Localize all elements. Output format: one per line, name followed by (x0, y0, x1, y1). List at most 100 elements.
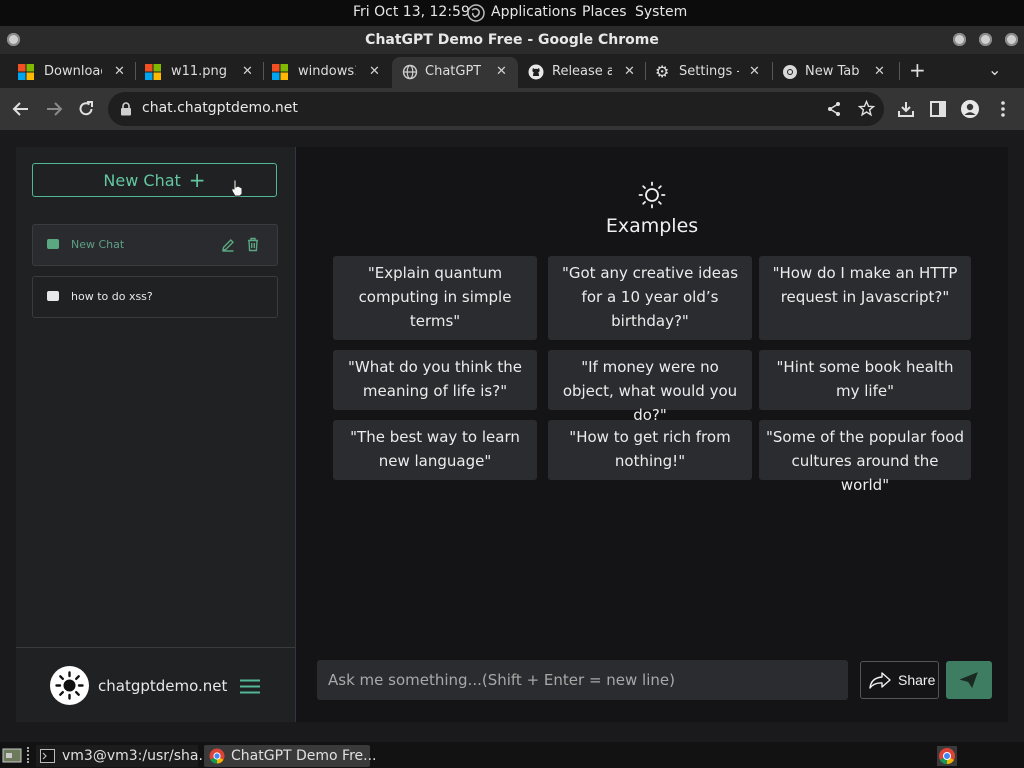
tab-close-icon[interactable]: ✕ (624, 57, 635, 86)
share-label: Share (898, 672, 936, 688)
tab-close-icon[interactable]: ✕ (496, 57, 507, 86)
hamburger-menu-icon[interactable] (240, 679, 260, 694)
chat-item-label: how to do xss? (71, 290, 153, 303)
gear-icon: ⚙ (655, 62, 670, 81)
system-top-panel: Fri Oct 13, 12:59 Applications Places Sy… (0, 0, 1024, 26)
forward-arrow-icon[interactable] (45, 100, 63, 118)
tab-close-icon[interactable]: ✕ (242, 57, 253, 86)
sun-outline-icon (638, 181, 666, 209)
example-prompt-card[interactable]: "What do you think the meaning of life i… (333, 350, 537, 410)
download-icon[interactable] (897, 100, 915, 118)
windows-logo-icon (145, 64, 161, 80)
example-prompt-card[interactable]: "How do I make an HTTP request in Javasc… (759, 256, 971, 340)
tab-chatgpt-active[interactable]: ChatGPT I ✕ (392, 57, 518, 88)
lock-icon[interactable] (120, 102, 132, 116)
plus-icon: + (188, 168, 206, 192)
example-prompt-card[interactable]: "How to get rich from nothing!" (548, 420, 752, 480)
taskbar-handle (27, 747, 32, 763)
profile-avatar-icon[interactable] (960, 99, 980, 119)
chat-item-how-to-do-xss[interactable]: how to do xss? (32, 276, 278, 318)
tab-label: ChatGPT I (425, 64, 481, 79)
chat-bubble-icon (47, 239, 59, 249)
share-button[interactable]: Share (860, 661, 939, 699)
example-prompt-card[interactable]: "The best way to learn new language" (333, 420, 537, 480)
tab-label: windows1( (298, 64, 356, 79)
share-arrow-icon (869, 672, 891, 689)
taskbar-terminal[interactable]: vm3@vm3:/usr/sha... (36, 745, 212, 767)
window-title: ChatGPT Demo Free - Google Chrome (365, 32, 659, 48)
bookmark-star-icon[interactable] (858, 100, 875, 117)
tab-close-icon[interactable]: ✕ (749, 57, 760, 86)
taskbar-chrome[interactable]: ChatGPT Demo Fre... (204, 745, 377, 767)
examples-heading: Examples (605, 215, 699, 237)
tab-label: Settings - (679, 64, 739, 79)
kebab-menu-icon[interactable] (1000, 100, 1006, 118)
chrome-icon (783, 65, 797, 79)
chat-sidebar: New Chat + New Chat how to do xss? chatg… (16, 147, 296, 722)
url-text[interactable]: chat.chatgptdemo.net (142, 100, 298, 116)
chrome-tray-icon[interactable] (937, 746, 957, 766)
send-plane-icon (960, 672, 978, 688)
gnome-foot-icon[interactable] (466, 3, 486, 23)
new-chat-label: New Chat (103, 170, 181, 190)
github-icon (528, 64, 544, 80)
chat-bubble-icon (47, 291, 59, 301)
tab-w11-png[interactable]: w11.png (4 ✕ (145, 57, 263, 88)
example-prompt-card[interactable]: "Got any creative ideas for a 10 year ol… (548, 256, 752, 340)
tab-settings[interactable]: ⚙ Settings - ✕ (655, 57, 773, 88)
share-page-icon[interactable] (826, 101, 842, 117)
tab-close-icon[interactable]: ✕ (114, 57, 125, 86)
minimize-button[interactable] (953, 33, 966, 46)
new-tab-button[interactable]: + (909, 58, 926, 82)
tab-close-icon[interactable]: ✕ (369, 57, 380, 86)
system-taskbar: vm3@vm3:/usr/sha... ChatGPT Demo Fre... (0, 742, 1024, 768)
trash-icon[interactable] (246, 237, 260, 252)
window-titlebar: ChatGPT Demo Free - Google Chrome (0, 26, 1024, 54)
tab-label: Download (44, 64, 102, 79)
windows-logo-icon (18, 64, 34, 80)
example-prompt-card[interactable]: "Explain quantum computing in simple ter… (333, 256, 537, 340)
tab-close-icon[interactable]: ✕ (874, 57, 885, 86)
browser-toolbar: chat.chatgptdemo.net (0, 88, 1024, 130)
edit-pencil-icon[interactable] (221, 238, 235, 252)
side-panel-icon[interactable] (929, 100, 947, 118)
tab-release[interactable]: Release a ✕ (528, 57, 646, 88)
tab-label: w11.png (4 (171, 64, 231, 79)
task-label: vm3@vm3:/usr/sha... (62, 748, 212, 764)
send-button[interactable] (946, 661, 992, 699)
maximize-button[interactable] (979, 33, 992, 46)
tab-label: Release a (552, 64, 612, 79)
windows-logo-icon (272, 64, 288, 80)
tab-windows10[interactable]: windows1( ✕ (272, 57, 390, 88)
tab-label: New Tab (805, 64, 860, 79)
chat-main: Examples "Explain quantum computing in s… (296, 147, 1008, 722)
example-prompt-card[interactable]: "If money were no object, what would you… (548, 350, 752, 424)
tab-search-chevron-down-icon[interactable]: ⌄ (988, 60, 1001, 79)
prompt-input[interactable] (317, 660, 848, 700)
example-prompt-card[interactable]: "Hint some book health my life" (759, 350, 971, 410)
tab-download[interactable]: Download ✕ (18, 57, 136, 88)
web-page: New Chat + New Chat how to do xss? chatg… (0, 130, 1024, 742)
reload-icon[interactable] (77, 100, 95, 118)
places-menu[interactable]: Places (582, 4, 627, 20)
sidebar-footer: chatgptdemo.net (16, 647, 295, 723)
system-menu[interactable]: System (635, 4, 687, 20)
example-prompt-card[interactable]: "Some of the popular food cultures aroun… (759, 420, 971, 494)
chat-item-label: New Chat (71, 238, 125, 251)
close-window-button[interactable] (1005, 33, 1018, 46)
task-label: ChatGPT Demo Fre... (231, 748, 377, 764)
system-clock[interactable]: Fri Oct 13, 12:59 (353, 4, 470, 20)
applications-menu[interactable]: Applications (491, 4, 577, 20)
tab-new-tab[interactable]: New Tab ✕ (782, 57, 900, 88)
show-desktop-icon[interactable] (2, 747, 22, 763)
back-arrow-icon[interactable] (12, 100, 30, 118)
chat-item-new-chat[interactable]: New Chat (32, 224, 278, 266)
site-name: chatgptdemo.net (98, 677, 228, 695)
address-bar[interactable]: chat.chatgptdemo.net (108, 92, 884, 126)
sun-icon (55, 671, 84, 700)
terminal-icon (40, 749, 55, 763)
site-logo (50, 666, 89, 705)
tab-strip: Download ✕ w11.png (4 ✕ windows1( ✕ Chat… (0, 54, 1024, 88)
globe-icon (402, 64, 418, 80)
chrome-icon (209, 748, 225, 764)
